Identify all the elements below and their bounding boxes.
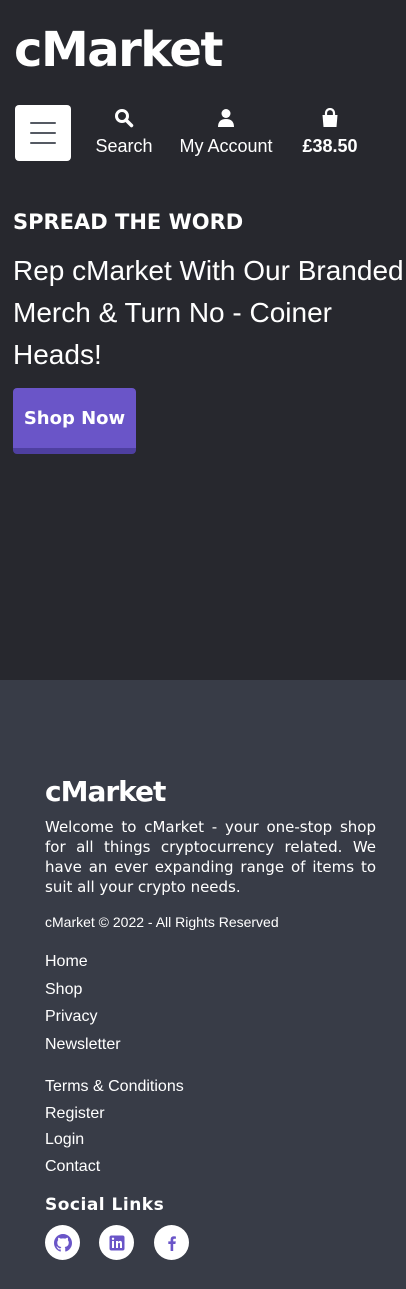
footer-links-secondary: Terms & Conditions Register Login Contac… <box>45 1078 184 1184</box>
footer-link-privacy[interactable]: Privacy <box>45 1008 121 1026</box>
hero-headline: Rep cMarket With Our Branded Merch & Tur… <box>13 255 404 370</box>
shopping-bag-icon <box>322 108 338 127</box>
github-icon <box>53 1233 72 1252</box>
hamburger-icon-bar <box>30 132 56 134</box>
search-icon <box>115 109 134 128</box>
social-links-title: Social Links <box>45 1195 165 1215</box>
user-icon <box>218 109 234 127</box>
facebook-link[interactable] <box>154 1225 189 1260</box>
my-account-label: My Account <box>179 136 273 156</box>
menu-toggle-button[interactable] <box>15 105 71 161</box>
footer-link-register[interactable]: Register <box>45 1105 184 1123</box>
search-label: Search <box>95 136 153 156</box>
hamburger-icon-bar <box>30 122 56 124</box>
footer-link-newsletter[interactable]: Newsletter <box>45 1036 121 1054</box>
footer-link-contact[interactable]: Contact <box>45 1158 184 1176</box>
hamburger-icon-bar <box>30 142 56 144</box>
bag-total: £38.50 <box>302 136 358 156</box>
footer-logo: cMarket <box>45 775 166 808</box>
linkedin-link[interactable] <box>99 1225 134 1260</box>
shopping-bag-link[interactable]: £38.50 <box>299 108 361 157</box>
footer-link-shop[interactable]: Shop <box>45 981 121 999</box>
hero-section: cMarket Search My Account £38.50 SPREAD … <box>0 0 406 680</box>
site-footer: cMarket Welcome to cMarket - your one-st… <box>0 680 406 1289</box>
footer-link-home[interactable]: Home <box>45 953 121 971</box>
hero-eyebrow: SPREAD THE WORD <box>13 210 244 234</box>
footer-link-login[interactable]: Login <box>45 1131 184 1149</box>
my-account-link[interactable]: My Account <box>176 108 276 157</box>
linkedin-icon <box>109 1235 124 1250</box>
footer-description: Welcome to cMarket - your one-stop shop … <box>45 818 376 896</box>
shop-now-button[interactable]: Shop Now <box>13 388 136 454</box>
site-logo[interactable]: cMarket <box>14 22 223 78</box>
footer-links-primary: Home Shop Privacy Newsletter <box>45 953 121 1063</box>
footer-copyright: cMarket © 2022 - All Rights Reserved <box>45 914 279 930</box>
footer-link-terms[interactable]: Terms & Conditions <box>45 1078 184 1096</box>
search-link[interactable]: Search <box>95 108 153 157</box>
github-link[interactable] <box>45 1225 80 1260</box>
facebook-icon <box>167 1235 176 1251</box>
